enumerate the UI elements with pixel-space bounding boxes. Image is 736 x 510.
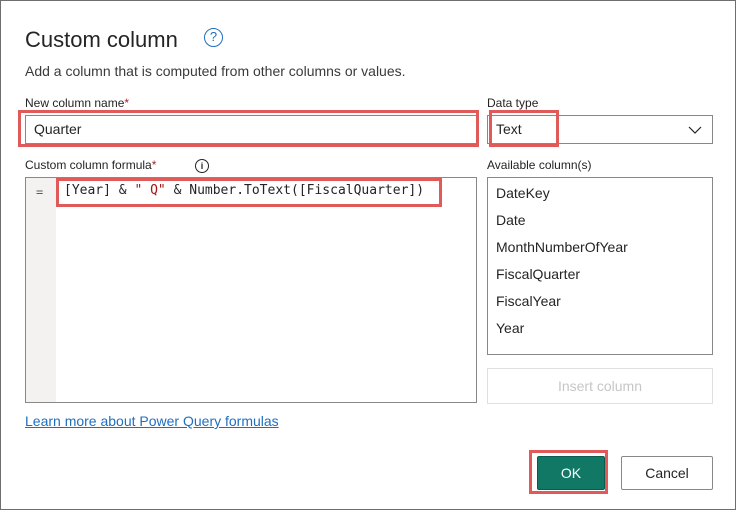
data-type-select[interactable]: Text: [487, 115, 713, 144]
data-type-value: Text: [496, 121, 522, 137]
new-column-name-value: Quarter: [34, 121, 82, 137]
info-icon[interactable]: i: [195, 159, 209, 173]
dialog-subtitle: Add a column that is computed from other…: [25, 63, 406, 79]
list-item[interactable]: MonthNumberOfYear: [496, 239, 628, 255]
list-item[interactable]: FiscalYear: [496, 293, 561, 309]
required-mark: *: [151, 158, 157, 172]
list-item[interactable]: FiscalQuarter: [496, 266, 580, 282]
editor-gutter: [26, 178, 56, 402]
formula-editor[interactable]: = [Year] & " Q" & Number.ToText([FiscalQ…: [25, 177, 477, 403]
available-columns-list: DateKey Date MonthNumberOfYear FiscalQua…: [487, 177, 713, 355]
data-type-label: Data type: [487, 96, 539, 110]
list-item[interactable]: Year: [496, 320, 524, 336]
code-segment: & Number.ToText([FiscalQuarter]): [165, 183, 425, 198]
new-column-name-label: New column name*: [25, 96, 129, 110]
new-column-name-input[interactable]: Quarter: [25, 115, 477, 144]
dialog-title: Custom column: [25, 27, 178, 52]
formula-label: Custom column formula*: [25, 158, 156, 172]
formula-label-text: Custom column formula: [25, 158, 152, 172]
cancel-button[interactable]: Cancel: [621, 456, 713, 490]
chevron-down-icon: [688, 126, 702, 134]
line-prefix: =: [36, 185, 44, 199]
custom-column-dialog: Custom column ? Add a column that is com…: [0, 0, 736, 510]
learn-more-link[interactable]: Learn more about Power Query formulas: [25, 413, 279, 429]
code-segment: [Year] &: [64, 183, 135, 198]
ok-button[interactable]: OK: [537, 456, 605, 490]
required-mark: *: [124, 96, 130, 110]
available-columns-label: Available column(s): [487, 158, 592, 172]
list-item[interactable]: Date: [496, 212, 526, 228]
help-icon[interactable]: ?: [204, 28, 223, 47]
new-column-name-label-text: New column name: [25, 96, 125, 110]
formula-code: [Year] & " Q" & Number.ToText([FiscalQua…: [64, 183, 424, 198]
insert-column-button[interactable]: Insert column: [487, 368, 713, 404]
list-item[interactable]: DateKey: [496, 185, 550, 201]
code-string: " Q": [134, 183, 166, 198]
